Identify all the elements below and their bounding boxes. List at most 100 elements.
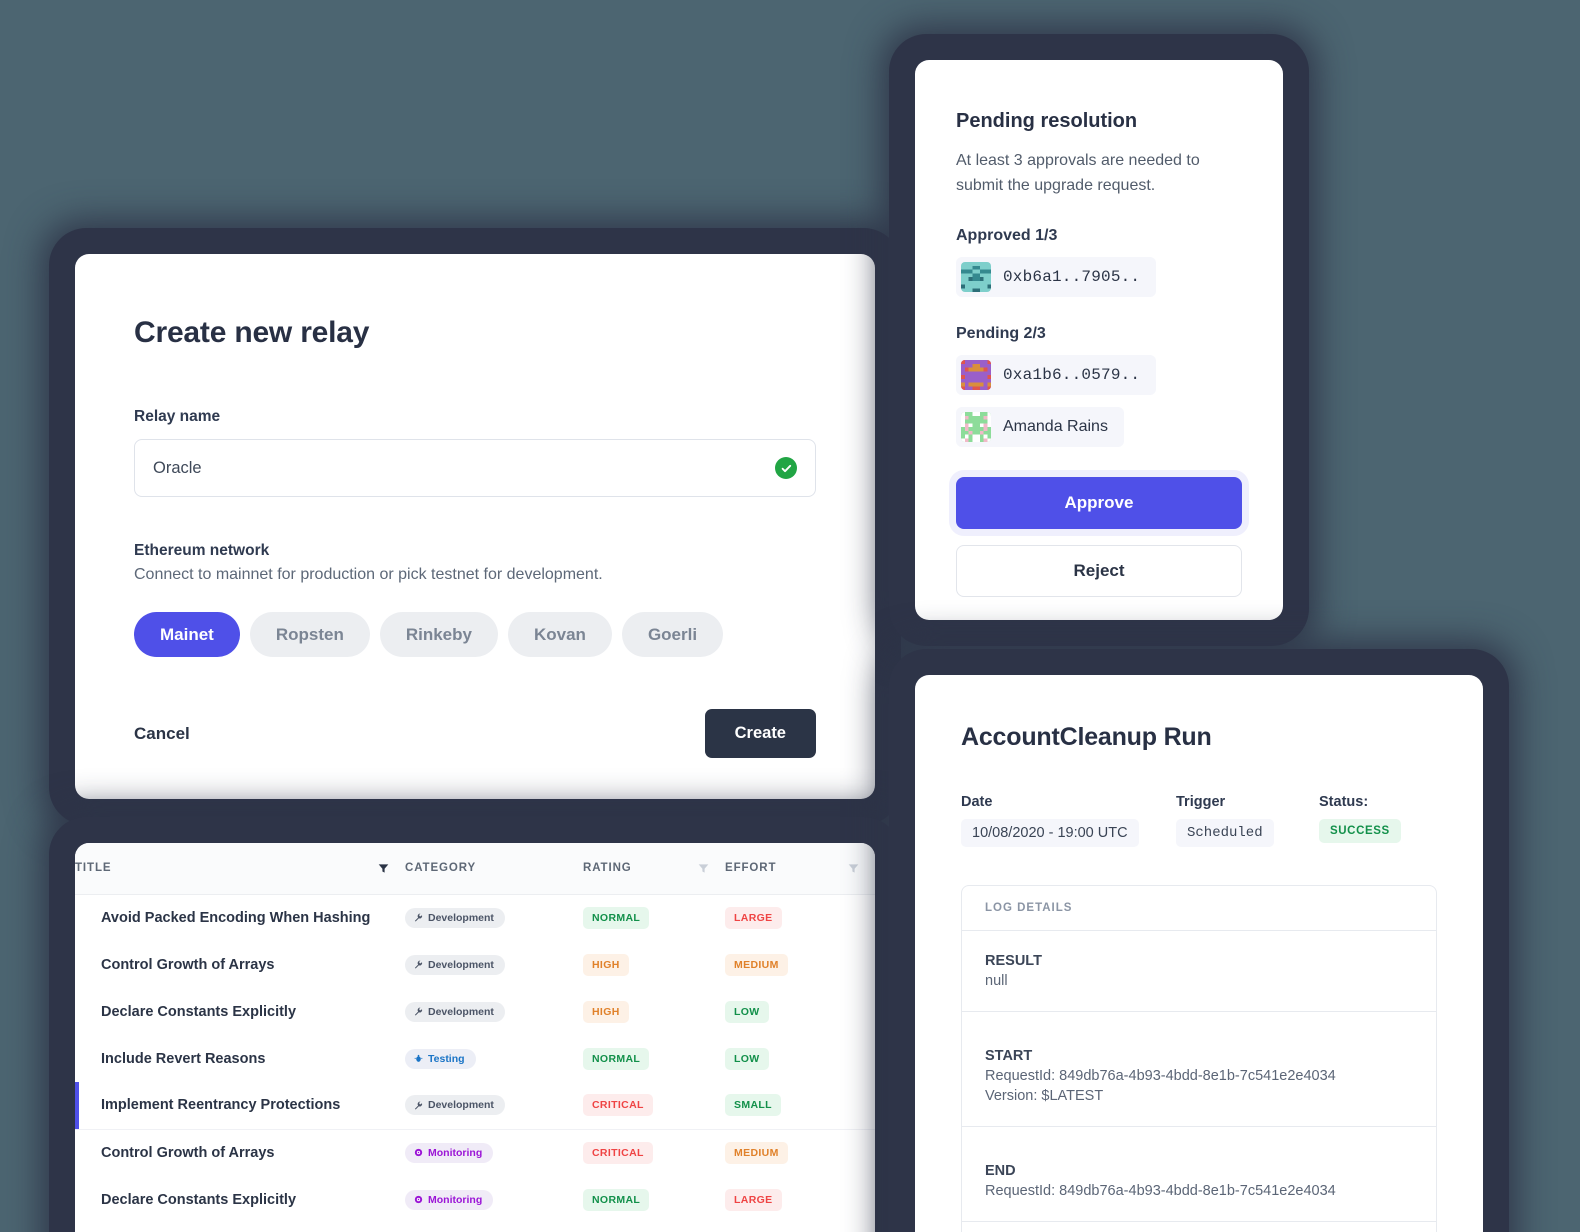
cell-title: Declare Constants Explicitly: [101, 1191, 297, 1208]
rating-badge: NORMAL: [583, 1188, 650, 1211]
cell-category: Monitoring: [405, 1129, 583, 1176]
signer-label: 0xb6a1..7905..: [1003, 267, 1141, 286]
log-line: RequestId: 849db76a-4b93-4bdd-8e1b-7c541…: [985, 1068, 1336, 1084]
log-section: RESULT null: [962, 931, 1436, 1012]
network-label: Ethereum network: [134, 542, 270, 559]
effort-badge: LARGE: [725, 906, 782, 929]
log-section-key: RESULT: [985, 953, 1042, 969]
pending-title: Pending resolution: [956, 110, 1138, 132]
cell-rating: CRITICAL: [583, 1129, 725, 1176]
log-line: Version: $LATEST: [985, 1088, 1104, 1104]
network-chip-rinkeby[interactable]: Rinkeby: [379, 612, 498, 657]
filter-icon[interactable]: [378, 863, 389, 874]
cancel-button[interactable]: Cancel: [134, 724, 190, 744]
column-header-rating[interactable]: RATING: [583, 843, 725, 895]
relay-name-input[interactable]: [153, 458, 775, 478]
signer-row[interactable]: 0xa1b6..0579..: [956, 354, 1157, 395]
radar-icon: [414, 1195, 423, 1204]
page-title: Create new relay: [134, 316, 370, 349]
approve-button[interactable]: Approve: [956, 476, 1242, 529]
column-header-label: TITLE: [75, 862, 112, 875]
network-chip-goerli[interactable]: Goerli: [621, 612, 724, 657]
rating-badge: CRITICAL: [583, 1094, 653, 1117]
signer-label: 0xa1b6..0579..: [1003, 365, 1141, 384]
reject-button[interactable]: Reject: [956, 544, 1242, 597]
log-line: RequestId: 849db76a-4b93-4bdd-8e1b-7c541…: [985, 1183, 1336, 1199]
status-badge: SUCCESS: [1319, 819, 1401, 843]
pending-description: At least 3 approvals are needed to submi…: [956, 152, 1200, 194]
filter-icon[interactable]: [698, 863, 709, 874]
avatar: [961, 261, 991, 292]
run-detail-card: AccountCleanup Run Date 10/08/2020 - 19:…: [915, 675, 1483, 1232]
run-status-label: Status:: [1319, 794, 1369, 810]
category-badge: Development: [405, 1095, 505, 1116]
recommendations-table: TITLE CATEGORY RATING EFFORT Avoid Packed E…: [75, 843, 875, 1223]
effort-badge: LARGE: [725, 1188, 782, 1211]
cell-title: Implement Reentrancy Protections: [101, 1097, 341, 1114]
rating-badge: NORMAL: [583, 906, 650, 929]
cell-title: Declare Constants Explicitly: [101, 1003, 297, 1020]
signer-row[interactable]: 0xb6a1..7905..: [956, 256, 1157, 297]
category-badge: Development: [405, 1001, 505, 1022]
log-section-key: START: [985, 1048, 1033, 1064]
run-date-label: Date: [961, 794, 993, 810]
run-date-value: 10/08/2020 - 19:00 UTC: [961, 819, 1139, 847]
check-circle-icon: [775, 457, 797, 479]
table-row[interactable]: Declare Constants Explicitly Monitoring NO…: [75, 1176, 875, 1223]
table-row[interactable]: Control Growth of Arrays Development HIGH M…: [75, 941, 875, 988]
run-trigger-value: Scheduled: [1176, 819, 1274, 847]
column-header-effort[interactable]: EFFORT: [725, 843, 875, 895]
run-meta-row: Date 10/08/2020 - 19:00 UTC Trigger Sche…: [961, 794, 1437, 847]
cell-rating: HIGH: [583, 988, 725, 1035]
effort-badge: LOW: [725, 1000, 769, 1023]
rating-badge: CRITICAL: [583, 1141, 653, 1164]
network-chip-kovan[interactable]: Kovan: [507, 612, 612, 657]
category-badge-label: Development: [428, 911, 494, 924]
rating-badge: HIGH: [583, 1000, 629, 1023]
table-row[interactable]: Implement Reentrancy Protections Developm…: [75, 1082, 875, 1129]
category-badge-label: Development: [428, 1099, 494, 1112]
log-details-panel: LOG DETAILS RESULT null START RequestId: 84…: [961, 885, 1437, 1232]
cell-rating: NORMAL: [583, 1035, 725, 1082]
table-row[interactable]: Control Growth of Arrays Monitoring CRITIC…: [75, 1129, 875, 1176]
cell-rating: HIGH: [583, 941, 725, 988]
relay-name-label: Relay name: [134, 408, 221, 425]
signer-row[interactable]: Amanda Rains: [956, 406, 1124, 447]
create-button[interactable]: Create: [704, 709, 816, 758]
column-header-category[interactable]: CATEGORY: [405, 843, 583, 895]
network-chip-ropsten[interactable]: Ropsten: [249, 612, 370, 657]
log-sections: RESULT null START RequestId: 849db76a-4b93-…: [962, 931, 1436, 1232]
cell-category: Monitoring: [405, 1176, 583, 1223]
cell-category: Development: [405, 941, 583, 988]
log-section: START RequestId: 849db76a-4b93-4bdd-8e1b-…: [962, 1012, 1436, 1127]
cell-effort: LARGE: [725, 894, 875, 941]
cell-category: Development: [405, 1082, 583, 1129]
pending-signer-list: 0xa1b6..0579.. Amanda Rains: [956, 343, 1242, 447]
network-chip-mainet[interactable]: Mainet: [134, 612, 240, 657]
pending-heading: Pending 2/3: [956, 324, 1046, 342]
effort-badge: MEDIUM: [725, 1141, 788, 1164]
cell-category: Development: [405, 894, 583, 941]
log-line: null: [985, 973, 1008, 989]
log-section-key: END: [985, 1163, 1016, 1179]
dialog-actions: Cancel Create: [134, 709, 816, 758]
table-row[interactable]: Include Revert Reasons Testing NORMAL LOW: [75, 1035, 875, 1082]
table-row[interactable]: Declare Constants Explicitly Development H…: [75, 988, 875, 1035]
cell-rating: CRITICAL: [583, 1082, 725, 1129]
relay-name-field-wrap[interactable]: [134, 439, 816, 497]
cell-rating: NORMAL: [583, 894, 725, 941]
filter-icon[interactable]: [848, 863, 859, 874]
cell-effort: LOW: [725, 1035, 875, 1082]
cell-category: Testing: [405, 1035, 583, 1082]
table-row[interactable]: Avoid Packed Encoding When Hashing Develo…: [75, 894, 875, 941]
cell-effort: SMALL: [725, 1082, 875, 1129]
cell-title: Control Growth of Arrays: [101, 1144, 275, 1161]
approved-heading: Approved 1/3: [956, 226, 1058, 244]
column-header-title[interactable]: TITLE: [75, 843, 405, 895]
cell-category: Development: [405, 988, 583, 1035]
effort-badge: LOW: [725, 1047, 769, 1070]
rating-badge: NORMAL: [583, 1047, 650, 1070]
avatar: [961, 359, 991, 390]
wrench-icon: [414, 1007, 423, 1016]
cell-title: Include Revert Reasons: [101, 1050, 266, 1067]
